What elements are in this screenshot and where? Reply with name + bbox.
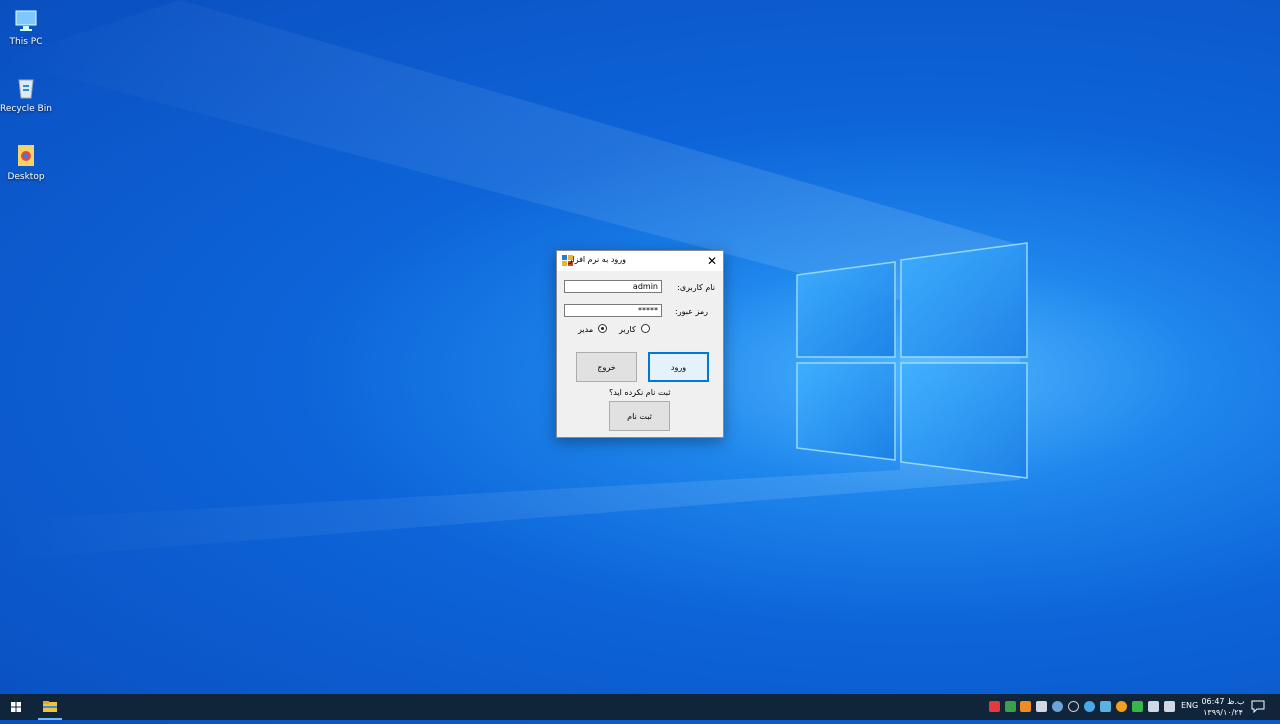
close-icon: ✕ — [706, 254, 718, 268]
username-label: نام کاربری: — [677, 283, 715, 292]
clock[interactable]: 06:47 ب.ظ ۱۳۹۹/۱۰/۲۴ — [1200, 696, 1246, 718]
exit-button[interactable]: خروج — [576, 352, 637, 382]
tray-cloud-icon[interactable] — [1100, 701, 1111, 712]
folder-icon — [18, 145, 34, 166]
clock-date: ۱۳۹۹/۱۰/۲۴ — [1203, 708, 1243, 717]
tray-app-red-icon[interactable] — [989, 701, 1000, 712]
radio-user[interactable] — [641, 324, 650, 333]
login-dialog: ورود به نرم افزار ✕ نام کاربری: رمز عبور… — [556, 250, 724, 438]
desktop-icon-label: This PC — [9, 37, 43, 47]
this-pc-icon — [15, 10, 37, 31]
tray-network-app-icon[interactable] — [1084, 701, 1095, 712]
dialog-titlebar[interactable]: ورود به نرم افزار ✕ — [557, 251, 723, 271]
tray-shield-icon[interactable] — [1132, 701, 1143, 712]
desktop-icon-this-pc[interactable]: This PC — [0, 6, 52, 48]
language-indicator[interactable]: ENG — [1181, 701, 1198, 710]
file-explorer-button[interactable] — [36, 694, 64, 720]
radio-user-label: کاربر — [619, 325, 636, 334]
tray-pen-icon[interactable] — [1036, 701, 1047, 712]
volume-icon[interactable] — [1164, 701, 1175, 712]
password-input[interactable] — [564, 304, 662, 317]
tray-circle-icon[interactable] — [1068, 701, 1079, 712]
clock-time: 06:47 ب.ظ — [1201, 697, 1245, 706]
close-button[interactable]: ✕ — [701, 251, 723, 271]
folder-icon — [43, 701, 57, 712]
register-button[interactable]: ثبت نام — [609, 401, 670, 431]
username-input[interactable] — [564, 280, 662, 293]
radio-admin-label: مدیر — [578, 325, 594, 334]
desktop-icon-label: Desktop — [7, 172, 45, 182]
dialog-title: ورود به نرم افزار — [568, 255, 626, 264]
tray-app-orange-icon[interactable] — [1020, 701, 1031, 712]
taskbar: ENG 06:47 ب.ظ ۱۳۹۹/۱۰/۲۴ — [0, 694, 1280, 720]
start-button[interactable] — [0, 694, 32, 720]
windows-icon — [11, 702, 21, 712]
desktop-icon-label: Recycle Bin — [0, 104, 52, 114]
radio-admin[interactable] — [598, 324, 607, 333]
tray-search-icon[interactable] — [1116, 701, 1127, 712]
notification-icon[interactable] — [1251, 699, 1265, 713]
tray-globe-icon[interactable] — [1052, 701, 1063, 712]
login-button[interactable]: ورود — [648, 352, 709, 382]
password-label: رمز عبور: — [675, 307, 708, 316]
desktop-icon-desktop[interactable]: Desktop — [0, 141, 52, 183]
network-icon[interactable] — [1148, 701, 1159, 712]
tray-app-green-icon[interactable] — [1005, 701, 1016, 712]
not-registered-text: ثبت نام نکرده اید؟ — [609, 388, 671, 397]
desktop-icon-recycle-bin[interactable]: Recycle Bin — [0, 73, 52, 115]
recycle-bin-icon — [18, 79, 34, 99]
